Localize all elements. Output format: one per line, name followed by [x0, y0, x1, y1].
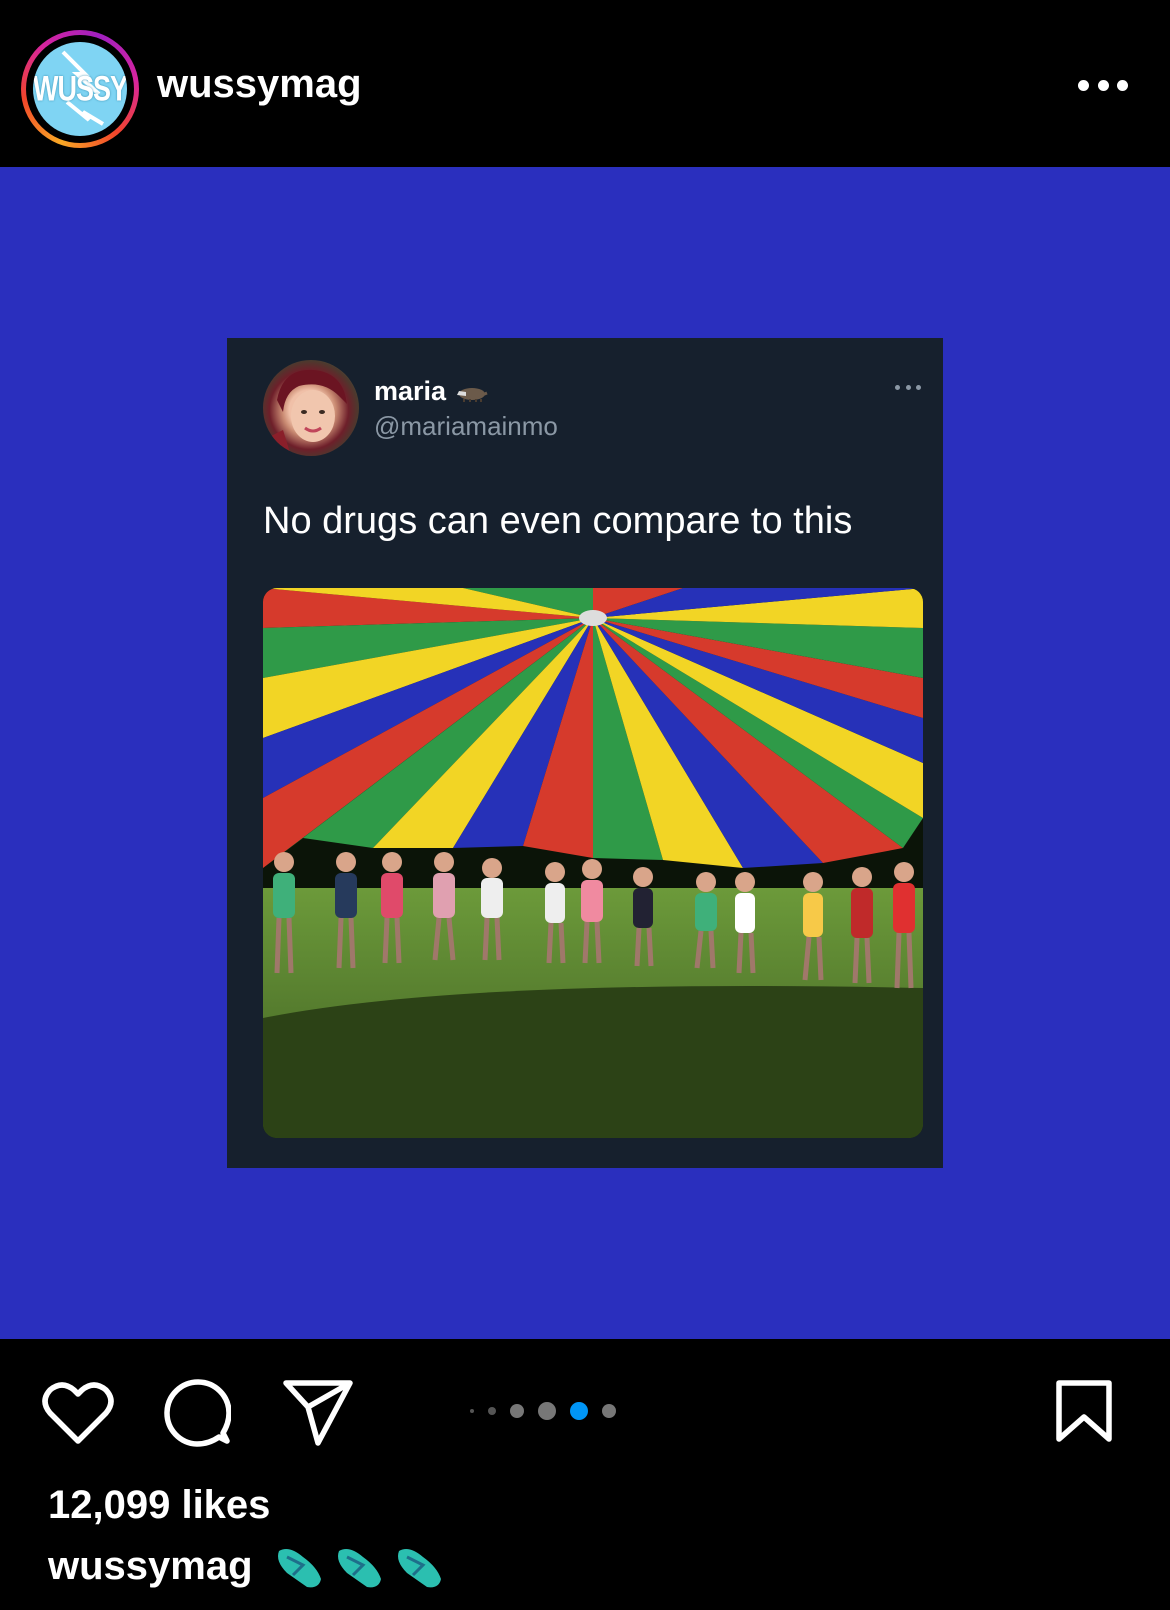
thong-sandal-icon: [277, 1549, 321, 1588]
tweet-author-name: maria: [374, 376, 488, 407]
tweet-photo: [263, 588, 923, 1138]
carousel-dot: [602, 1404, 616, 1418]
caption: wussymag: [48, 1543, 453, 1589]
post-header: WUSSY wussymag: [0, 0, 1170, 167]
send-icon[interactable]: [282, 1379, 354, 1447]
comment-icon[interactable]: [163, 1379, 231, 1447]
profile-avatar[interactable]: WUSSY: [21, 30, 139, 148]
tweet-card: maria @mariamainmo No drugs can even com…: [227, 338, 943, 1168]
carousel-dot: [538, 1402, 556, 1420]
carousel-dot: [488, 1407, 496, 1415]
carousel-dot: [570, 1402, 588, 1420]
bookmark-icon[interactable]: [1055, 1379, 1113, 1443]
likes-count[interactable]: 12,099 likes: [48, 1483, 270, 1528]
heart-icon[interactable]: [42, 1381, 114, 1445]
tweet-avatar: [263, 360, 359, 456]
wussy-logo: WUSSY: [33, 42, 127, 136]
carousel-indicator: [470, 1401, 630, 1421]
tweet-more-icon: [895, 385, 921, 391]
carousel-dot: [470, 1409, 474, 1413]
more-options-icon[interactable]: [1078, 78, 1128, 92]
caption-emojis: [273, 1543, 453, 1589]
caption-username[interactable]: wussymag: [48, 1544, 253, 1589]
thong-sandal-icon: [397, 1549, 441, 1588]
post-image[interactable]: maria @mariamainmo No drugs can even com…: [0, 167, 1170, 1339]
post-actions: 12,099 likes wussymag: [0, 1339, 1170, 1610]
carousel-dot: [510, 1404, 524, 1418]
tweet-author-handle: @mariamainmo: [374, 411, 558, 441]
thong-sandal-icon: [337, 1549, 381, 1588]
post-username[interactable]: wussymag: [157, 62, 362, 107]
tweet-text: No drugs can even compare to this: [263, 500, 853, 542]
badger-emoji-icon: [456, 387, 488, 402]
